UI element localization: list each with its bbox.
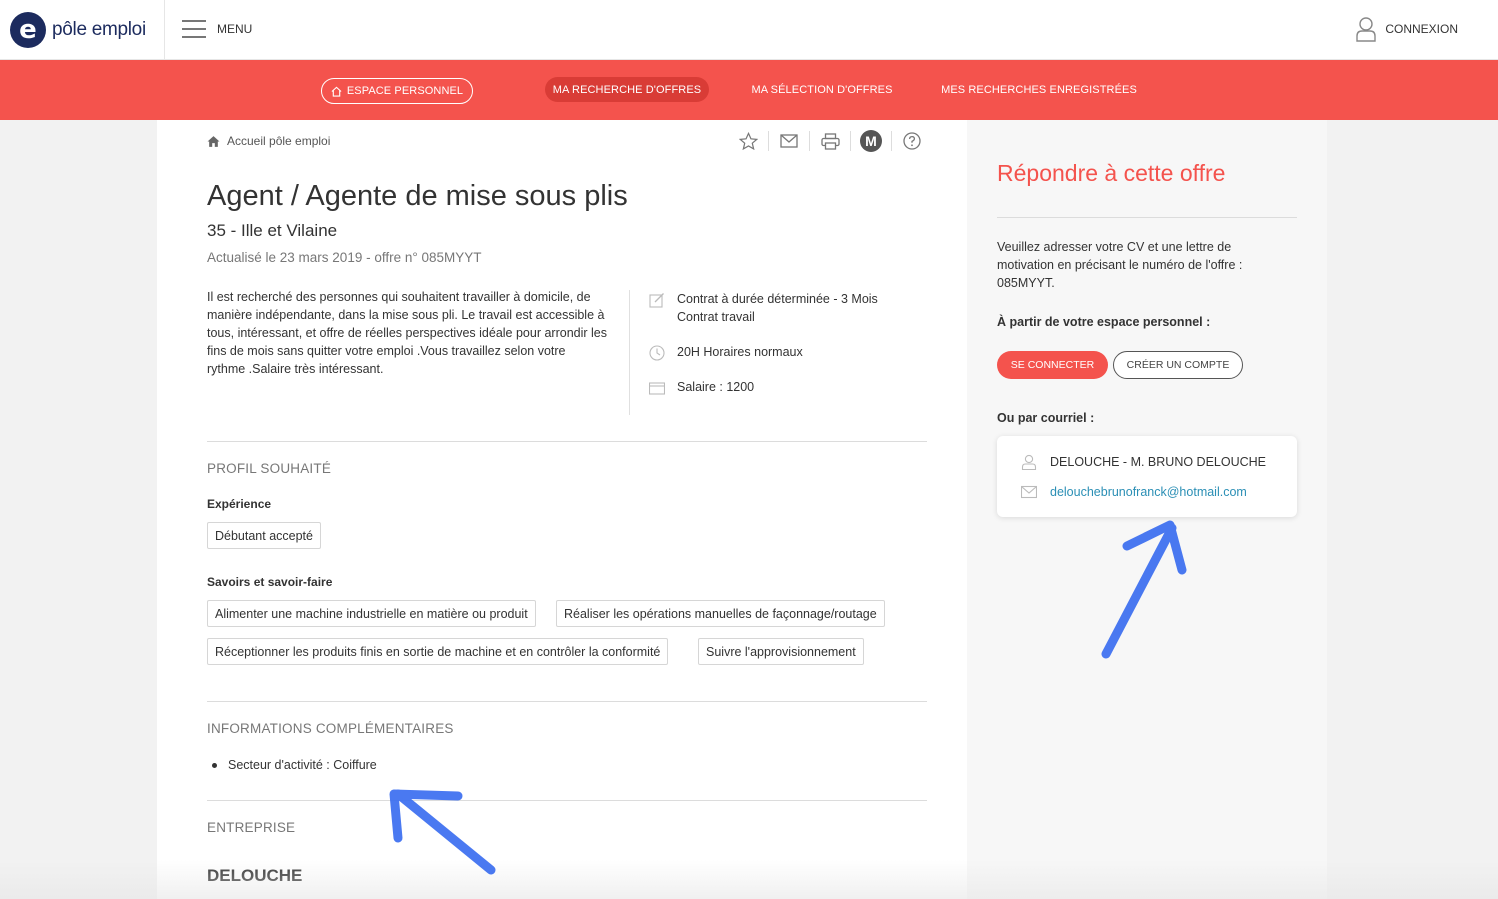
nav-selection-offres[interactable]: MA SÉLECTION D'OFFRES — [745, 77, 899, 102]
working-hours: 20H Horaires normaux — [677, 345, 803, 359]
m-logo-icon: M — [860, 130, 882, 152]
contact-email-row: delouchebrunofranck@hotmail.com — [1021, 484, 1247, 500]
create-account-button[interactable]: CRÉER UN COMPTE — [1113, 351, 1243, 379]
edit-icon — [649, 293, 664, 308]
job-updated-date: Actualisé le 23 mars 2019 - offre n° 085… — [207, 250, 482, 265]
profile-section-title: PROFIL SOUHAITÉ — [207, 461, 332, 476]
hours-info: 20H Horaires normaux — [649, 343, 803, 361]
m-service-button[interactable]: M — [860, 130, 882, 152]
person-icon — [1021, 454, 1037, 470]
skill-tag: Réceptionner les produits finis en sorti… — [207, 638, 669, 665]
skills-label: Savoirs et savoir-faire — [207, 575, 333, 589]
section-divider — [207, 701, 927, 702]
connect-button[interactable]: SE CONNECTER — [997, 351, 1108, 379]
skill-tag: Suivre l'approvisionnement — [698, 638, 864, 665]
section-divider — [207, 441, 927, 442]
toolbar-divider — [809, 131, 810, 151]
apply-divider — [997, 217, 1297, 218]
nav-espace-label: ESPACE PERSONNEL — [346, 85, 464, 97]
skill-tag: Alimenter une machine industrielle en ma… — [207, 600, 536, 627]
contact-name: DELOUCHE - M. BRUNO DELOUCHE — [1050, 455, 1266, 469]
apply-title: Répondre à cette offre — [997, 160, 1226, 186]
login-button[interactable]: CONNEXION — [1356, 16, 1458, 42]
extra-info-section-title: INFORMATIONS COMPLÉMENTAIRES — [207, 721, 454, 736]
contact-email-link[interactable]: delouchebrunofranck@hotmail.com — [1050, 485, 1247, 499]
contract-info: Contrat à durée déterminée - 3 Mois Cont… — [649, 290, 878, 326]
contract-type: Contrat à durée déterminée - 3 Mois — [677, 292, 878, 306]
print-button[interactable] — [819, 130, 841, 152]
company-section-title: ENTREPRISE — [207, 820, 296, 835]
contact-name-row: DELOUCHE - M. BRUNO DELOUCHE — [1021, 454, 1266, 470]
contact-card: DELOUCHE - M. BRUNO DELOUCHE delouchebru… — [997, 436, 1297, 517]
job-title: Agent / Agente de mise sous plis — [207, 180, 628, 212]
salary-info: Salaire : 1200 — [649, 378, 754, 396]
contract-nature: Contrat travail — [677, 310, 755, 324]
help-button[interactable] — [901, 130, 923, 152]
clock-icon — [649, 345, 665, 361]
user-icon — [1356, 17, 1377, 42]
pole-emploi-logo[interactable]: e pôle emploi — [10, 12, 146, 48]
nav-espace-personnel[interactable]: ESPACE PERSONNEL — [321, 78, 473, 104]
vertical-divider — [629, 290, 630, 415]
help-icon — [903, 132, 921, 150]
star-icon — [738, 131, 758, 150]
skill-tag: Réaliser les opérations manuelles de faç… — [556, 600, 885, 627]
login-label: CONNEXION — [1385, 22, 1458, 36]
toolbar-divider — [850, 131, 851, 151]
offer-detail: Accueil pôle emploi M Agent / Agente de … — [157, 120, 967, 899]
share-email-button[interactable] — [778, 130, 800, 152]
toolbar-divider — [768, 131, 769, 151]
offer-toolbar: M — [737, 130, 923, 152]
experience-label: Expérience — [207, 497, 272, 511]
logo-mark: e — [10, 12, 46, 48]
favorite-button[interactable] — [737, 130, 759, 152]
sector-text: Secteur d'activité : Coiffure — [228, 758, 377, 772]
company-name: DELOUCHE — [207, 866, 303, 885]
printer-icon — [820, 132, 840, 150]
bullet-dot — [212, 762, 217, 768]
job-location: 35 - Ille et Vilaine — [207, 221, 338, 240]
main-navigation: ESPACE PERSONNEL MA RECHERCHE D'OFFRES M… — [0, 60, 1498, 120]
breadcrumb[interactable]: Accueil pôle emploi — [207, 134, 330, 148]
by-mail-label: Ou par courriel : — [997, 411, 1095, 425]
from-space-label: À partir de votre espace personnel : — [997, 315, 1211, 329]
nav-recherches-enregistrees[interactable]: MES RECHERCHES ENREGISTRÉES — [940, 77, 1138, 102]
mail-icon — [780, 134, 798, 148]
menu-label: MENU — [217, 22, 253, 36]
top-header: e pôle emploi MENU CONNEXION — [0, 0, 1498, 60]
mail-icon — [1021, 485, 1037, 499]
header-divider — [164, 0, 165, 60]
home-icon — [207, 135, 220, 147]
breadcrumb-home[interactable]: Accueil pôle emploi — [227, 134, 330, 148]
salary: Salaire : 1200 — [677, 380, 755, 394]
apply-panel: Répondre à cette offre Veuillez adresser… — [967, 120, 1327, 899]
logo-text: pôle emploi — [52, 19, 146, 40]
hamburger-icon — [182, 20, 206, 38]
toolbar-divider — [891, 131, 892, 151]
list-item: Secteur d'activité : Coiffure — [212, 758, 377, 772]
apply-instructions: Veuillez adresser votre CV et une lettre… — [997, 240, 1243, 290]
home-icon — [331, 86, 342, 97]
job-description: Il est recherché des personnes qui souha… — [207, 290, 607, 376]
experience-tag: Débutant accepté — [207, 522, 321, 549]
nav-recherche-offres[interactable]: MA RECHERCHE D'OFFRES — [545, 77, 709, 102]
menu-button[interactable]: MENU — [182, 20, 252, 38]
section-divider — [207, 800, 927, 801]
wallet-icon — [649, 382, 665, 395]
